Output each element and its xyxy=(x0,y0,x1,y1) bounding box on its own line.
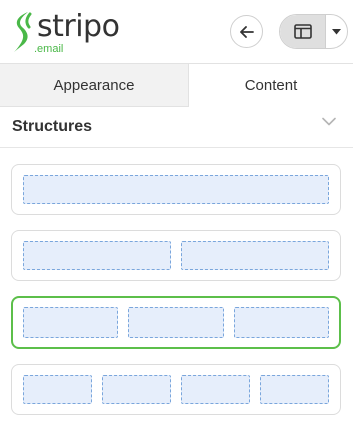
logo-subtext: .email xyxy=(34,43,64,55)
view-mode-group xyxy=(279,14,348,49)
structure-column xyxy=(260,375,329,404)
structure-column xyxy=(181,241,329,270)
section-title: Structures xyxy=(12,118,93,135)
structure-column xyxy=(128,307,224,338)
editor-header: stripo .email xyxy=(0,0,353,63)
view-mode-button[interactable] xyxy=(280,15,326,48)
structure-4-columns[interactable] xyxy=(11,364,341,415)
structure-column xyxy=(233,307,329,338)
structure-column xyxy=(23,241,171,270)
structure-2-columns[interactable] xyxy=(11,230,341,281)
chevron-down-icon[interactable] xyxy=(322,117,336,126)
tab-content[interactable]: Content xyxy=(189,64,353,107)
back-button[interactable] xyxy=(230,15,263,48)
caret-down-icon xyxy=(332,28,341,34)
structure-1-column[interactable] xyxy=(11,164,341,215)
structure-column xyxy=(23,175,329,204)
structure-column xyxy=(23,307,119,338)
arrow-left-icon xyxy=(239,25,254,38)
structures-section-header[interactable]: Structures xyxy=(0,106,353,148)
stripo-logo[interactable]: stripo .email xyxy=(10,8,120,56)
structure-column xyxy=(23,375,92,404)
structure-3-columns[interactable] xyxy=(11,296,341,349)
stripo-logo-mark xyxy=(14,12,32,52)
structure-column xyxy=(102,375,171,404)
tab-appearance[interactable]: Appearance xyxy=(0,64,189,107)
logo-wordmark: stripo xyxy=(37,9,120,44)
layout-panel-icon xyxy=(293,24,312,39)
view-mode-dropdown[interactable] xyxy=(326,15,347,48)
structure-column xyxy=(181,375,250,404)
panel-tabs: Appearance Content xyxy=(0,63,353,107)
